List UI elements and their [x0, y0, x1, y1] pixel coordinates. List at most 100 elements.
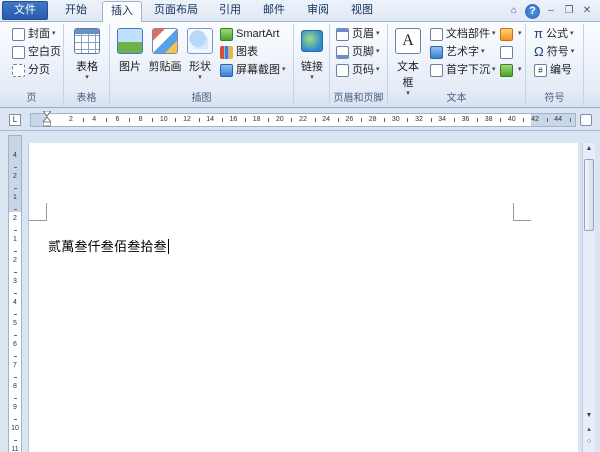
- vruler-tick-mark: [14, 313, 17, 315]
- blank-page-button[interactable]: 空白页: [12, 44, 61, 60]
- shapes-icon: [187, 28, 213, 54]
- screenshot-button[interactable]: 屏幕截图 ▾: [220, 62, 286, 78]
- document-text-line[interactable]: 贰萬叁仟叁佰叁拾叁: [48, 236, 169, 255]
- tab-review[interactable]: 审阅: [298, 1, 338, 22]
- signature-line-icon: [500, 27, 513, 41]
- ruler-tick-label: 40: [507, 116, 516, 123]
- ruler-tick-mark: [82, 118, 84, 122]
- vruler-tick-label: 2: [13, 215, 17, 222]
- tab-view[interactable]: 视图: [342, 1, 382, 22]
- table-icon: [74, 28, 100, 54]
- ruler-tick-mark: [221, 118, 223, 122]
- ruler-tick-label: 34: [438, 116, 447, 123]
- group-header-footer: 页眉 ▾ 页脚 ▾ 页码 ▾ 页眉和页脚: [330, 24, 388, 106]
- table-button[interactable]: 表格 ▾: [72, 26, 102, 82]
- ruler-tick-mark: [337, 118, 339, 122]
- wordart-button[interactable]: 艺术字 ▾: [430, 44, 485, 60]
- page-break-icon: [12, 63, 25, 77]
- link-button[interactable]: 链接 ▾: [298, 26, 326, 82]
- ruler-tick-label: 12: [183, 116, 191, 123]
- header-button[interactable]: 页眉 ▾: [336, 26, 380, 42]
- ruler-tick-label: 6: [115, 116, 120, 123]
- ruler-tick-mark: [569, 118, 571, 122]
- text-cursor: [167, 239, 169, 254]
- restore-icon[interactable]: ❐: [562, 4, 576, 18]
- smartart-button[interactable]: SmartArt: [220, 26, 279, 42]
- scroll-down-icon[interactable]: ▼: [583, 410, 595, 422]
- date-time-button[interactable]: [500, 44, 516, 60]
- vruler-tick-mark: [14, 187, 17, 189]
- tab-mailings[interactable]: 邮件: [254, 1, 294, 22]
- vruler-tick-label: 10: [11, 425, 19, 432]
- footer-button[interactable]: 页脚 ▾: [336, 44, 380, 60]
- group-label-illustrations: 插图: [191, 93, 212, 104]
- tab-home[interactable]: 开始: [52, 1, 100, 22]
- vruler-tick-mark: [14, 271, 17, 273]
- browse-object-icon[interactable]: ○: [583, 436, 595, 448]
- tab-selector[interactable]: L: [9, 114, 21, 126]
- vertical-scrollbar[interactable]: ▲ ▼ ▴ ○: [582, 143, 595, 452]
- ribbon-insert: 封面 ▾ 空白页 分页 页 表格 ▾ 表格 图片 剪贴画 形状 ▾ SmartA…: [0, 22, 600, 108]
- header-icon: [336, 27, 349, 41]
- cover-page-button[interactable]: 封面 ▾: [12, 26, 56, 42]
- ruler-tick-label: 38: [484, 116, 493, 123]
- dropcap-button[interactable]: 首字下沉 ▾: [430, 62, 496, 78]
- ruler-tick-label: 42: [531, 116, 539, 123]
- vruler-tick-mark: [14, 397, 17, 399]
- minimize-icon[interactable]: –: [544, 4, 558, 18]
- vruler-tick-mark: [14, 208, 17, 210]
- collapse-ribbon-icon[interactable]: ⌂: [507, 4, 521, 18]
- textbox-icon: A: [395, 28, 421, 54]
- clipart-button[interactable]: 剪贴画: [148, 26, 182, 74]
- group-label-tables: 表格: [76, 93, 97, 104]
- tab-references[interactable]: 引用: [210, 1, 250, 22]
- smartart-icon: [220, 27, 233, 41]
- symbol-button[interactable]: Ω 符号 ▾: [534, 44, 574, 60]
- ruler-tick-mark: [407, 118, 409, 122]
- page-break-button[interactable]: 分页: [12, 62, 50, 78]
- page-number-icon: [336, 63, 349, 77]
- object-button[interactable]: ▾: [500, 62, 522, 78]
- tab-page-layout[interactable]: 页面布局: [146, 1, 206, 22]
- ruler-tick-mark: [129, 118, 130, 122]
- quick-parts-button[interactable]: 文档部件 ▾: [430, 26, 496, 42]
- group-illustrations: 图片 剪贴画 形状 ▾ SmartArt 图表 屏幕截图 ▾ 插图: [110, 24, 294, 106]
- ruler-tick-label: 22: [299, 116, 307, 123]
- view-ruler-toggle[interactable]: [580, 114, 592, 126]
- vruler-tick-mark: [14, 439, 17, 441]
- prev-page-icon[interactable]: ▴: [583, 424, 595, 436]
- picture-button[interactable]: 图片: [116, 26, 144, 74]
- group-pages: 封面 ▾ 空白页 分页 页: [0, 24, 64, 106]
- close-icon[interactable]: ✕: [580, 4, 594, 18]
- omega-icon: Ω: [534, 44, 544, 59]
- chart-icon: [220, 45, 233, 59]
- vruler-tick-mark: [14, 376, 17, 378]
- indent-marker-icon[interactable]: [43, 111, 51, 129]
- page-number-button[interactable]: 页码 ▾: [336, 62, 380, 78]
- vertical-ruler[interactable]: 4 2 1 2 1 2 3 4 5 6 7 8 9 10 11: [8, 135, 22, 452]
- signature-line-button[interactable]: ▾: [500, 26, 522, 42]
- ruler-tick-mark: [361, 118, 362, 122]
- tab-insert[interactable]: 插入: [102, 1, 142, 23]
- document-page[interactable]: 贰萬叁仟叁佰叁拾叁: [28, 143, 578, 452]
- crop-mark-top-right: [513, 203, 531, 221]
- ruler-tick-label: 44: [554, 116, 563, 123]
- shapes-button[interactable]: 形状 ▾: [186, 26, 214, 82]
- ruler-tick-mark: [477, 118, 478, 122]
- ruler-tick-mark: [430, 118, 432, 122]
- tab-file[interactable]: 文件: [2, 1, 48, 20]
- horizontal-ruler[interactable]: 2 4 6 8 10 12 14 16 18 20 22 24 26 28 30 32 34 36 38 40 42 44: [30, 111, 576, 129]
- numbering-button[interactable]: # 编号: [534, 62, 572, 78]
- vruler-tick-mark: [14, 166, 17, 168]
- chart-button[interactable]: 图表: [220, 44, 258, 60]
- blank-page-icon: [12, 45, 25, 59]
- ruler-tick-mark: [453, 118, 455, 122]
- group-symbols: π 公式 ▾ Ω 符号 ▾ # 编号 符号: [526, 24, 584, 106]
- scroll-up-icon[interactable]: ▲: [583, 143, 595, 155]
- scroll-thumb[interactable]: [584, 159, 594, 231]
- help-icon[interactable]: ?: [525, 3, 540, 19]
- group-label-pages: 页: [26, 93, 37, 104]
- equation-button[interactable]: π 公式 ▾: [534, 26, 574, 42]
- textbox-button[interactable]: A 文本框 ▾: [392, 26, 424, 98]
- group-tables: 表格 ▾ 表格: [64, 24, 110, 106]
